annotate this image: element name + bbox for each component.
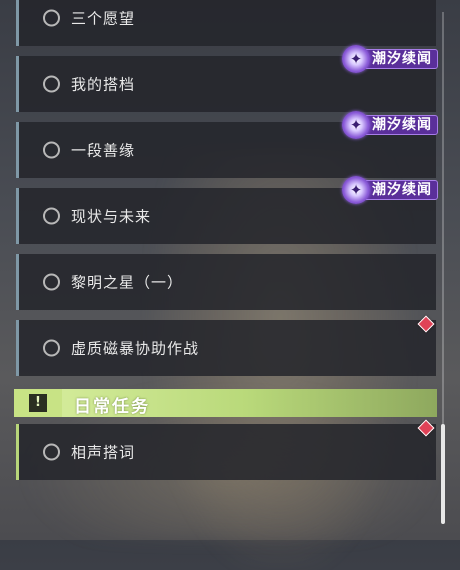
badge-label: 潮汐续闻 — [362, 49, 438, 69]
quest-item-three-wishes[interactable]: 三个愿望 — [16, 0, 436, 46]
quest-item-crosstalk[interactable]: 相声搭词 — [16, 424, 436, 480]
scrollbar-thumb[interactable] — [441, 424, 445, 524]
radio-icon — [43, 141, 60, 159]
tide-badge: 潮汐续闻 ✦ — [342, 111, 438, 139]
radio-icon — [43, 339, 60, 357]
quest-label: 相声搭词 — [71, 443, 136, 462]
badge-label: 潮汐续闻 — [362, 115, 438, 135]
quest-label: 一段善缘 — [71, 141, 136, 160]
quest-label: 我的搭档 — [71, 75, 136, 94]
exclamation-box-icon: ! — [14, 389, 62, 417]
tide-badge: 潮汐续闻 ✦ — [342, 45, 438, 73]
quest-label: 虚质磁暴协助作战 — [71, 339, 200, 358]
daily-quests-header[interactable]: ! 日常任务 — [14, 389, 437, 417]
badge-label: 潮汐续闻 — [362, 180, 438, 200]
tide-feather-icon: ✦ — [342, 176, 370, 204]
quest-label: 三个愿望 — [71, 9, 136, 28]
tide-feather-icon: ✦ — [342, 111, 370, 139]
quest-label: 现状与未来 — [71, 207, 152, 226]
radio-icon — [43, 75, 60, 93]
section-title: 日常任务 — [74, 397, 150, 417]
radio-icon — [43, 273, 60, 291]
quest-item-magnetic-storm[interactable]: 虚质磁暴协助作战 — [16, 320, 436, 376]
radio-icon — [43, 443, 60, 461]
quest-item-dawn-star[interactable]: 黎明之星（一） — [16, 254, 436, 310]
tide-badge: 潮汐续闻 ✦ — [342, 176, 438, 204]
radio-icon — [43, 9, 60, 27]
quest-label: 黎明之星（一） — [71, 273, 184, 292]
tide-feather-icon: ✦ — [342, 45, 370, 73]
radio-icon — [43, 207, 60, 225]
